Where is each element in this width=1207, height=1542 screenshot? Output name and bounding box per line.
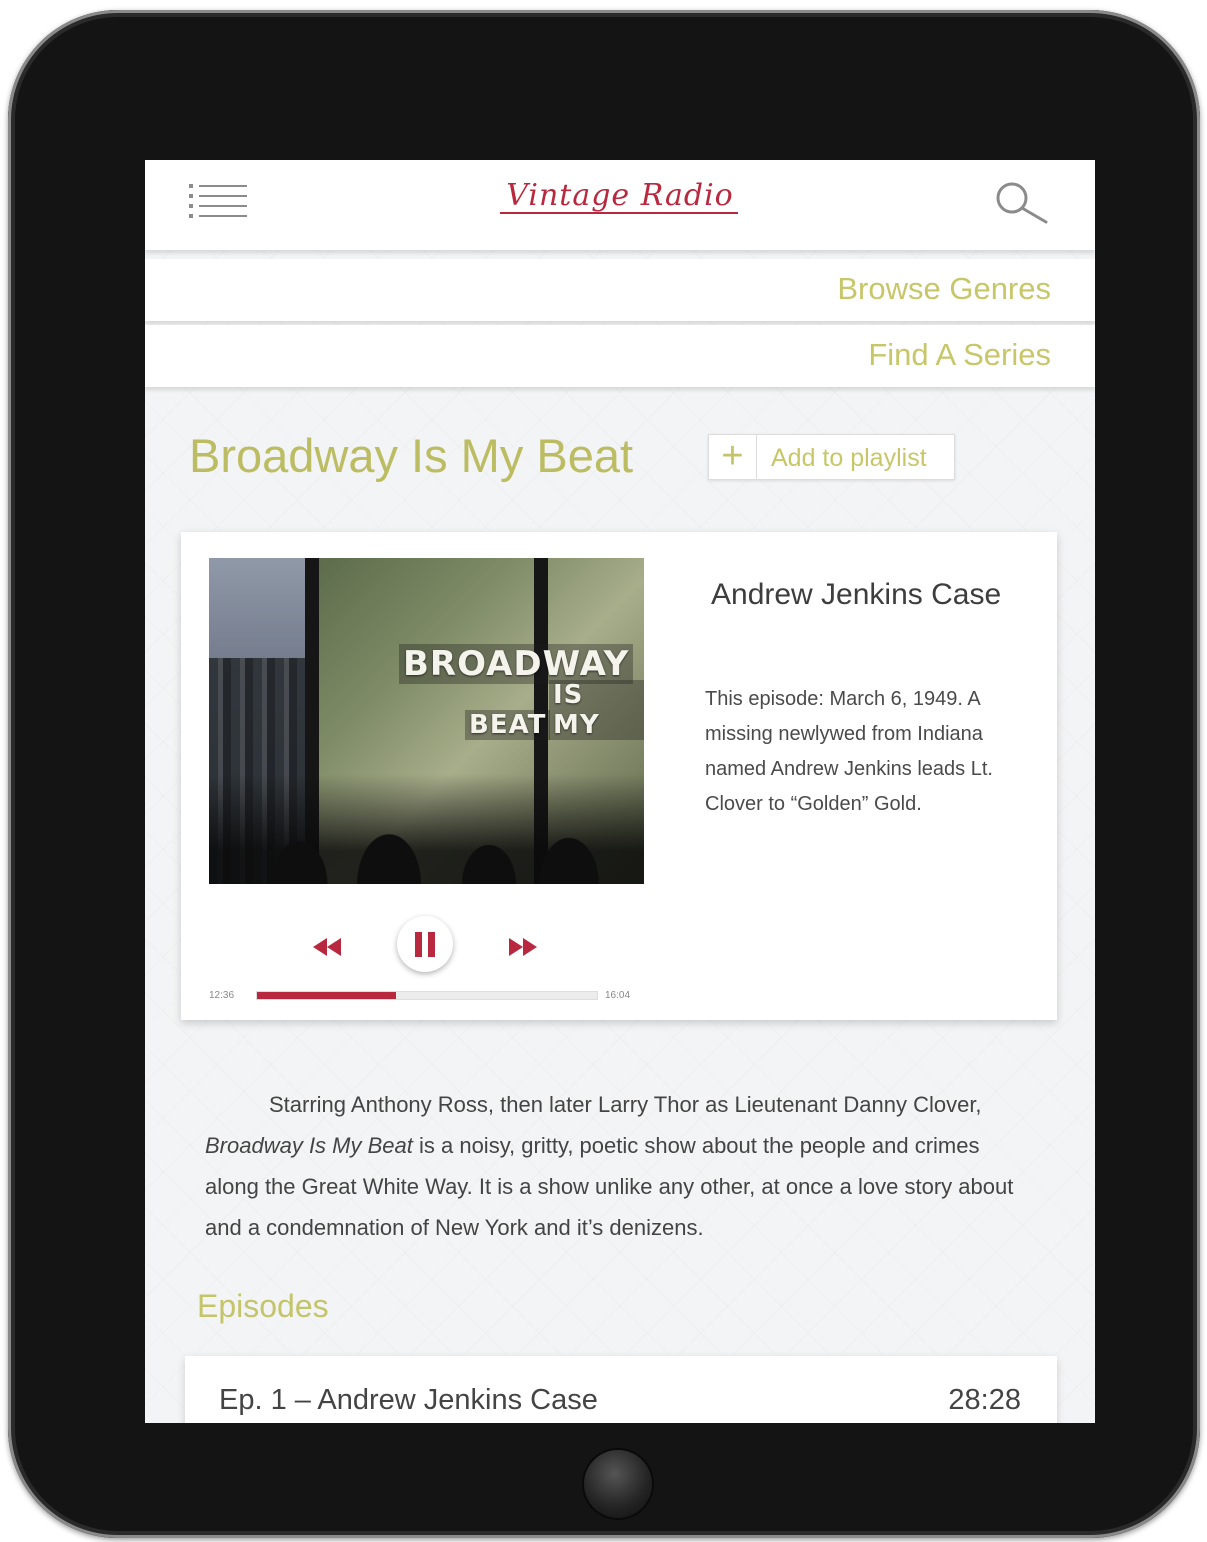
rewind-icon [313,938,341,956]
elapsed-time: 12:36 [209,990,235,1001]
tablet-frame: Vintage Radio Browse Genres Find A Serie… [8,10,1200,1538]
plus-icon: + [709,435,757,479]
browse-genres-label: Browse Genres [837,271,1051,306]
artwork-crowd-silhouettes [209,774,644,884]
progress-fill [257,992,397,999]
browse-genres-link[interactable]: Browse Genres [145,259,1095,321]
artwork-sign-is-my: IS MY [549,680,644,740]
show-artwork: BROADWAY IS MY BEAT [209,558,644,884]
show-title: Broadway Is My Beat [189,429,634,482]
app-logo: Vintage Radio [506,178,734,213]
progress-bar[interactable] [256,991,598,1000]
search-icon[interactable] [992,178,1052,228]
top-bar: Vintage Radio [145,160,1095,250]
home-button[interactable] [584,1450,652,1518]
episode-title: Ep. 1 – Andrew Jenkins Case [219,1384,598,1416]
fast-forward-button[interactable] [505,936,541,958]
find-series-link[interactable]: Find A Series [145,325,1095,387]
artwork-sign-broadway: BROADWAY [399,644,634,684]
add-to-playlist-label: Add to playlist [771,444,927,472]
episode-list-item[interactable]: Ep. 1 – Andrew Jenkins Case 28:28 [185,1356,1057,1423]
add-to-playlist-button[interactable]: + Add to playlist [708,434,955,480]
player-card: BROADWAY IS MY BEAT Andrew Jenkins Case … [181,532,1057,1020]
artwork-sign-beat: BEAT [465,710,551,740]
show-description: Starring Anthony Ross, then later Larry … [205,1084,1025,1248]
current-episode-title: Andrew Jenkins Case [711,578,1002,611]
app-screen: Vintage Radio Browse Genres Find A Serie… [145,160,1095,1423]
find-series-label: Find A Series [868,337,1051,372]
rewind-button[interactable] [309,936,345,958]
pause-icon [415,932,422,957]
show-description-title: Broadway Is My Beat [205,1133,413,1158]
pause-icon [428,932,435,957]
hamburger-menu-icon[interactable] [189,182,249,224]
fast-forward-icon [509,938,537,956]
current-episode-description: This episode: March 6, 1949. A missing n… [705,688,993,815]
pause-button[interactable] [397,916,453,972]
episode-duration: 28:28 [948,1384,1021,1416]
show-description-part1: Starring Anthony Ross, then later Larry … [269,1092,982,1117]
episodes-heading: Episodes [197,1288,329,1324]
total-time: 16:04 [605,990,631,1001]
logo-underline [500,212,738,214]
